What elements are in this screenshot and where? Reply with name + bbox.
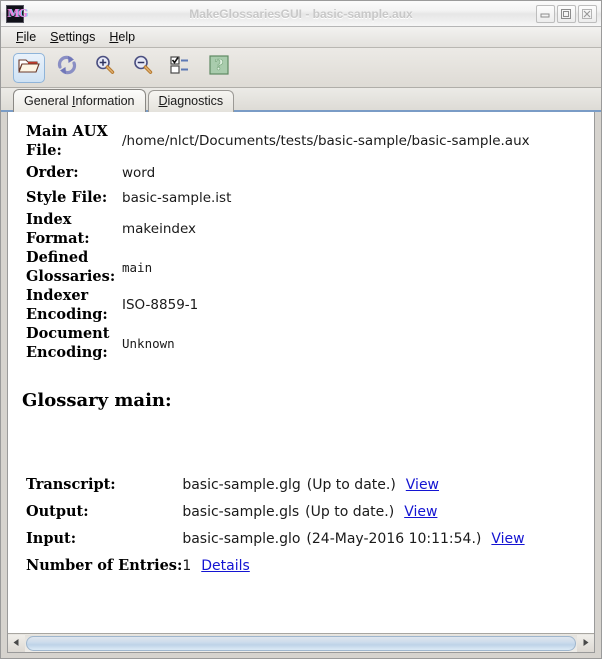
open-button[interactable] [13, 52, 45, 83]
entries-count: 1 [182, 557, 192, 574]
info-value: makeindex [122, 221, 196, 237]
info-label: Style File: [26, 189, 108, 206]
table-row: Main AUX File: /home/nlct/Documents/tests… [26, 122, 586, 160]
file-status: (Up to date.) [305, 503, 395, 520]
table-row: Document Encoding: Unknown [26, 324, 586, 362]
file-name: basic-sample.gls [182, 503, 300, 520]
glossary-heading: Glossary main: [22, 390, 172, 411]
info-label: Defined Glossaries: [26, 249, 116, 285]
file-label: Output: [26, 503, 89, 520]
horizontal-scrollbar[interactable] [8, 633, 594, 652]
scroll-left-button[interactable] [8, 634, 25, 652]
application-window: MG MakeGlossariesGUI - basic-sample.aux … [0, 0, 602, 659]
file-name: basic-sample.glo [182, 530, 301, 547]
tab-strip: General Information Diagnostics [1, 88, 601, 112]
general-information-document: Main AUX File: /home/nlct/Documents/tests… [8, 112, 594, 633]
info-label: Indexer Encoding: [26, 287, 108, 323]
window-controls [536, 4, 597, 23]
info-value: ISO-8859-1 [122, 297, 199, 313]
info-value: Unknown [122, 335, 175, 351]
view-link[interactable]: View [406, 477, 439, 493]
info-label: Index Format: [26, 211, 90, 247]
menu-item-file[interactable]: File [9, 29, 43, 46]
close-button[interactable] [578, 4, 597, 23]
help-button[interactable]: ? [203, 53, 235, 83]
info-value: /home/nlct/Documents/tests/basic-sample/… [122, 133, 530, 149]
help-icon: ? [207, 54, 231, 81]
zoom-out-icon [131, 54, 155, 81]
refresh-icon [55, 54, 79, 81]
file-status: (Up to date.) [306, 476, 396, 493]
glossary-files-table: Transcript: basic-sample.glg (Up to date.… [26, 471, 525, 579]
arrow-right-icon [581, 634, 590, 652]
info-value: main [122, 259, 153, 275]
info-label: Document Encoding: [26, 325, 110, 361]
file-status: (24-May-2016 10:11:54.) [306, 530, 482, 547]
zoom-out-button[interactable] [127, 53, 159, 83]
window-bottom-filler [1, 653, 601, 658]
general-info-table: Main AUX File: /home/nlct/Documents/tests… [26, 122, 586, 362]
entries-value: 1 Details [182, 552, 524, 579]
app-icon-glyph: MG [7, 6, 28, 20]
content-panel: Main AUX File: /home/nlct/Documents/tests… [7, 112, 595, 653]
menu-item-settings[interactable]: Settings [43, 29, 102, 46]
toolbar: ? [1, 48, 601, 88]
info-value: basic-sample.ist [122, 189, 232, 206]
file-name: basic-sample.glg [182, 476, 301, 493]
table-row: Defined Glossaries: main [26, 248, 586, 286]
file-label: Transcript: [26, 476, 116, 493]
scroll-right-button[interactable] [577, 634, 594, 652]
open-folder-icon [17, 55, 41, 80]
table-row: Index Format: makeindex [26, 210, 586, 248]
checklist-icon [168, 54, 194, 81]
zoom-in-icon [93, 54, 117, 81]
reload-button[interactable] [51, 53, 83, 83]
view-link[interactable]: View [404, 504, 437, 520]
info-label: Main AUX File: [26, 123, 108, 159]
file-value: basic-sample.gls (Up to date.) View [182, 498, 524, 525]
details-link[interactable]: Details [201, 558, 250, 574]
scrollbar-thumb[interactable] [26, 635, 576, 651]
info-label: Order: [26, 164, 79, 181]
table-row: Style File: basic-sample.ist [26, 185, 586, 210]
zoom-in-button[interactable] [89, 53, 121, 83]
maximize-button[interactable] [557, 4, 576, 23]
title-bar: MG MakeGlossariesGUI - basic-sample.aux [1, 1, 601, 27]
tab-general-information[interactable]: General Information [13, 89, 146, 112]
table-row: Indexer Encoding: ISO-8859-1 [26, 286, 586, 324]
menu-item-help[interactable]: Help [102, 29, 142, 46]
file-value: basic-sample.glo (24-May-2016 10:11:54.) V… [182, 525, 524, 552]
view-link[interactable]: View [491, 531, 524, 547]
table-row: Order: word [26, 160, 586, 185]
settings-button[interactable] [165, 53, 197, 83]
file-value: basic-sample.glg (Up to date.) View [182, 471, 524, 498]
arrow-left-icon [12, 634, 21, 652]
file-label: Input: [26, 530, 77, 547]
app-icon: MG [6, 4, 28, 23]
tab-diagnostics[interactable]: Diagnostics [147, 90, 235, 112]
table-row: Number of Entries: 1 Details [26, 552, 525, 579]
svg-text:?: ? [215, 56, 224, 74]
menu-bar: File Settings Help [1, 27, 601, 48]
table-row: Transcript: basic-sample.glg (Up to date.… [26, 471, 525, 498]
entries-label: Number of Entries: [26, 557, 183, 574]
minimize-button[interactable] [536, 4, 555, 23]
window-title: MakeGlossariesGUI - basic-sample.aux [189, 6, 413, 21]
info-value: word [122, 164, 156, 181]
table-row: Input: basic-sample.glo (24-May-2016 10:1… [26, 525, 525, 552]
table-row: Output: basic-sample.gls (Up to date.) Vie… [26, 498, 525, 525]
scrollbar-track[interactable] [25, 634, 577, 652]
